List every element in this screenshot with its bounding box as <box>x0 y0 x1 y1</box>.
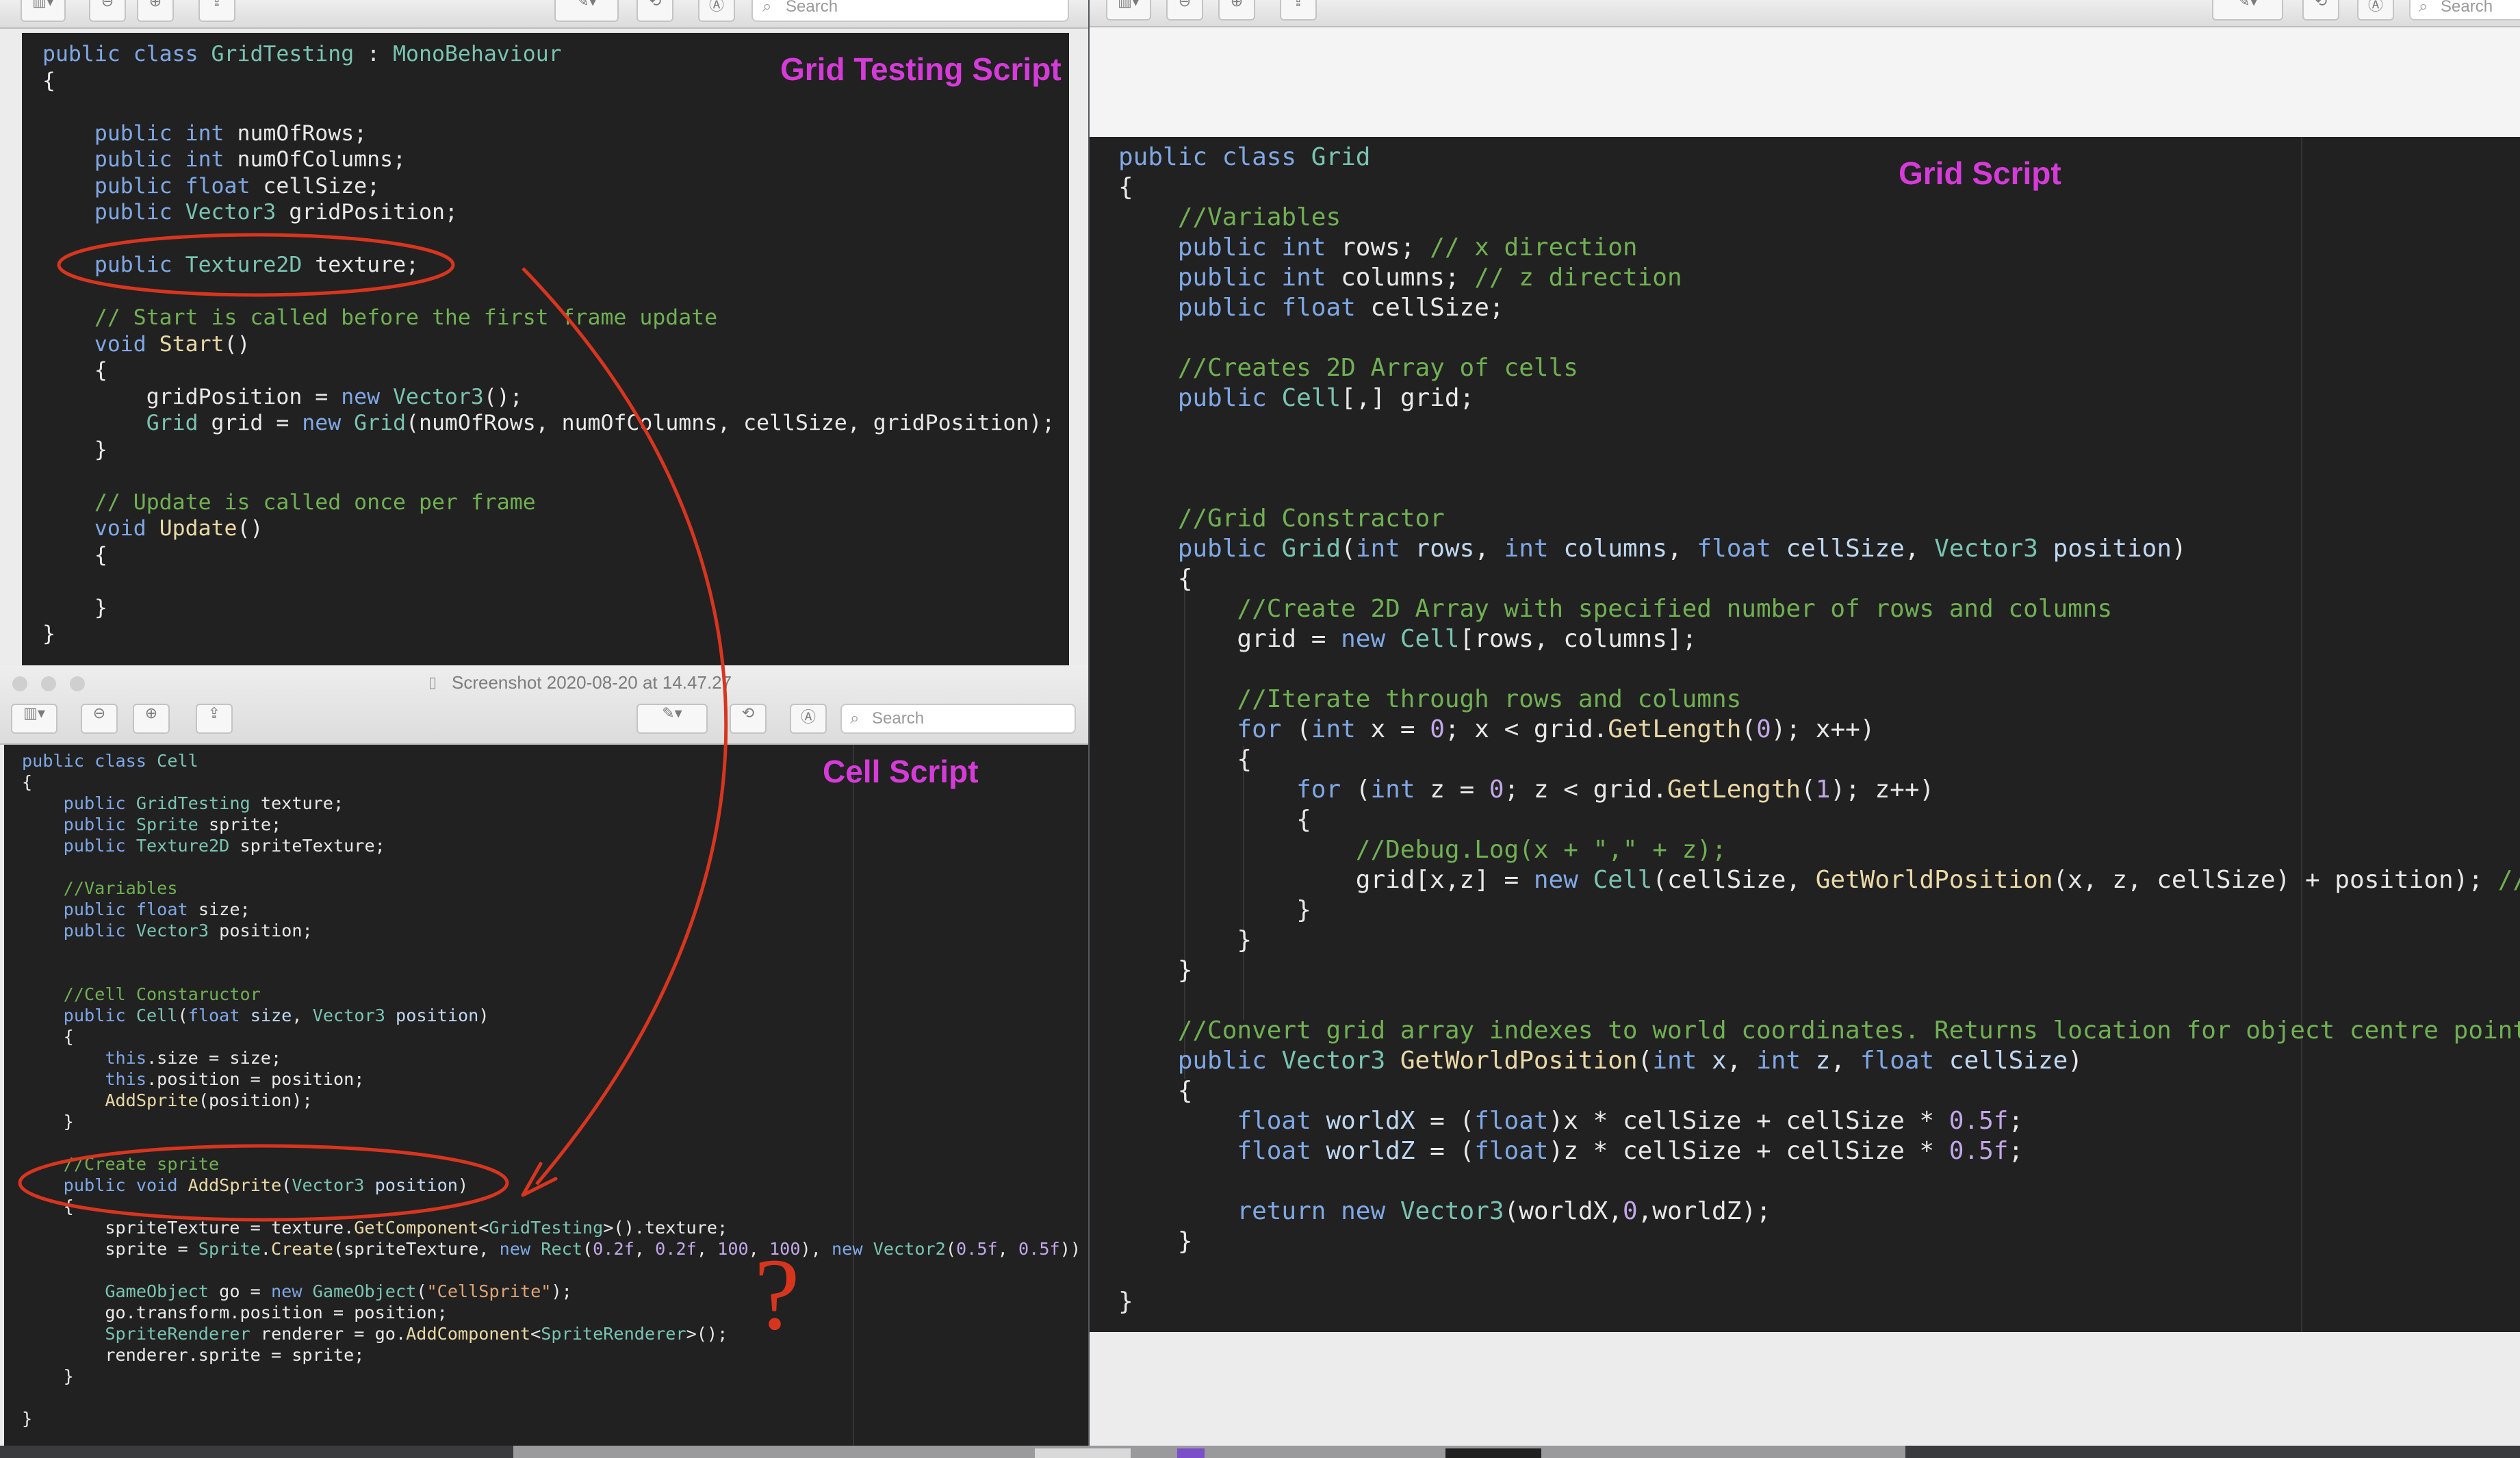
share-button[interactable]: ⇪ <box>196 704 233 734</box>
dock-app[interactable] <box>1445 1448 1541 1458</box>
search-field[interactable]: ⌕ Search <box>751 0 1069 22</box>
share-button[interactable]: ⇪ <box>1280 0 1317 21</box>
grid-window: ▥▾ ⊖ ⊕ ⇪ ✎▾ ⟲ Ⓐ ⌕ Search public class Gr… <box>1090 0 2520 1446</box>
share-button[interactable]: ⇪ <box>198 0 235 22</box>
zoom-in-button[interactable]: ⊕ <box>137 0 174 22</box>
search-icon: ⌕ <box>2419 0 2428 16</box>
rotate-button[interactable]: ⟲ <box>637 0 673 22</box>
annotate-button[interactable]: Ⓐ <box>698 0 735 22</box>
document-icon: ▯ <box>428 674 437 691</box>
annotate-button[interactable]: Ⓐ <box>790 704 827 734</box>
search-placeholder: Search <box>872 709 925 728</box>
grid-script-label: Grid Script <box>1899 155 2061 191</box>
close-window-button[interactable] <box>12 676 27 691</box>
grid-testing-code-text: public class GridTesting : MonoBehaviour… <box>42 42 1055 646</box>
search-icon: ⌕ <box>850 709 860 728</box>
search-icon: ⌕ <box>762 0 772 16</box>
sidebar-toggle-button[interactable]: ▥▾ <box>21 0 66 22</box>
grid-code: public class Grid { //Variables public i… <box>1090 137 2520 1332</box>
dock-app[interactable] <box>1177 1448 1205 1458</box>
cell-code: public class Cell { public GridTesting t… <box>4 745 1088 1446</box>
grid-testing-code: public class GridTesting : MonoBehaviour… <box>22 33 1069 668</box>
zoom-out-button[interactable]: ⊖ <box>1166 0 1203 21</box>
markup-button[interactable]: ✎▾ <box>2212 0 2283 21</box>
markup-button[interactable]: ✎▾ <box>554 0 619 22</box>
toolbar: ▥▾ ⊖ ⊕ ⇪ ✎▾ ⟲ Ⓐ ⌕ Search <box>1090 0 2520 27</box>
zoom-in-button[interactable]: ⊕ <box>1218 0 1255 21</box>
grid-testing-window: ▥▾ ⊖ ⊕ ⇪ ✎▾ ⟲ Ⓐ ⌕ Search public class Gr… <box>0 0 1088 671</box>
search-placeholder: Search <box>2441 0 2493 16</box>
cell-code-text: public class Cell { public GridTesting t… <box>22 751 1081 1429</box>
cell-script-label: Cell Script <box>823 754 979 789</box>
sidebar-toggle-button[interactable]: ▥▾ <box>1106 0 1151 21</box>
search-field[interactable]: ⌕ Search <box>2409 0 2520 21</box>
minimize-window-button[interactable] <box>41 676 56 691</box>
preview-margin <box>1090 27 2520 137</box>
dock-app[interactable] <box>1035 1448 1131 1458</box>
cell-window: ▯ Screenshot 2020-08-20 at 14.47.27 ▥▾ ⊖… <box>0 665 1088 1446</box>
dock <box>0 1446 2520 1458</box>
markup-button[interactable]: ✎▾ <box>637 704 708 734</box>
title-toolbar: ▯ Screenshot 2020-08-20 at 14.47.27 ▥▾ ⊖… <box>0 665 1088 745</box>
sidebar-toggle-button[interactable]: ▥▾ <box>11 704 57 734</box>
grid-code-text: public class Grid { //Variables public i… <box>1118 143 2520 1316</box>
window-title: Screenshot 2020-08-20 at 14.47.27 <box>452 672 732 693</box>
zoom-out-button[interactable]: ⊖ <box>89 0 126 22</box>
zoom-out-button[interactable]: ⊖ <box>81 704 118 734</box>
toolbar: ▥▾ ⊖ ⊕ ⇪ ✎▾ ⟲ Ⓐ ⌕ Search <box>0 0 1088 29</box>
search-placeholder: Search <box>786 0 838 16</box>
rotate-button[interactable]: ⟲ <box>2302 0 2339 21</box>
dock-shelf <box>513 1446 1905 1458</box>
zoom-in-button[interactable]: ⊕ <box>133 704 170 734</box>
rotate-button[interactable]: ⟲ <box>730 704 767 734</box>
annotate-button[interactable]: Ⓐ <box>2357 0 2394 21</box>
question-mark-annotation: ? <box>754 1238 800 1351</box>
search-field[interactable]: ⌕ Search <box>840 704 1076 734</box>
zoom-window-button[interactable] <box>70 676 85 691</box>
grid-testing-script-label: Grid Testing Script <box>780 51 1062 87</box>
